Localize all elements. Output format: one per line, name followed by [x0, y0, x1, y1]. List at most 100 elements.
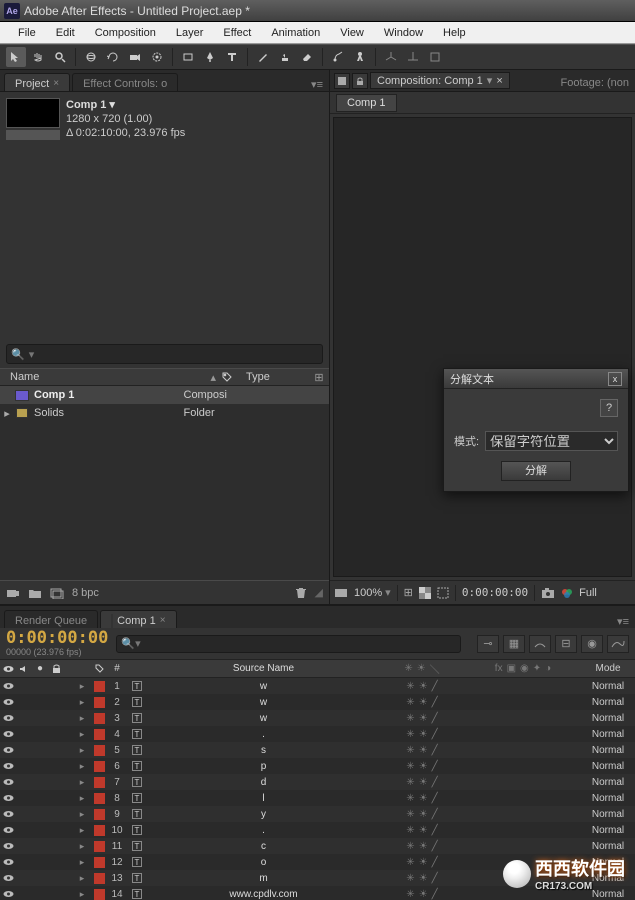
- resolution-dropdown[interactable]: Full: [579, 587, 597, 599]
- snapshot-icon[interactable]: [541, 587, 555, 599]
- layer-switches[interactable]: ✳☀╱: [379, 793, 465, 804]
- eye-toggle-icon[interactable]: [0, 714, 16, 722]
- always-preview-icon[interactable]: [334, 587, 348, 599]
- composition-dropdown[interactable]: Composition: Comp 1▾×: [370, 72, 510, 89]
- label-swatch[interactable]: [90, 825, 108, 836]
- resolution-icon[interactable]: ⊞: [404, 586, 413, 599]
- world-axis-icon[interactable]: [403, 47, 423, 67]
- local-axis-icon[interactable]: [381, 47, 401, 67]
- current-time-display[interactable]: 0:00:00:00: [462, 586, 528, 599]
- col-source-name[interactable]: Source Name: [144, 663, 379, 674]
- motion-blur-toggle-icon[interactable]: ◉: [581, 635, 603, 653]
- type-tool[interactable]: [222, 47, 242, 67]
- layer-mode[interactable]: Normal: [575, 713, 635, 724]
- shy-toggle-icon[interactable]: [529, 635, 551, 653]
- brush-tool[interactable]: [253, 47, 273, 67]
- panel-resize-icon[interactable]: ◢: [315, 586, 323, 599]
- layer-name[interactable]: w: [144, 681, 379, 692]
- layer-name[interactable]: m: [144, 873, 379, 884]
- layer-switches[interactable]: ✳☀╱: [379, 841, 465, 852]
- col-audio-icon[interactable]: [16, 665, 32, 673]
- zoom-tool[interactable]: [50, 47, 70, 67]
- layer-switches[interactable]: ✳☀╱: [379, 873, 465, 884]
- menu-file[interactable]: File: [10, 24, 44, 42]
- label-swatch[interactable]: [90, 713, 108, 724]
- clone-stamp-tool[interactable]: [275, 47, 295, 67]
- layer-name[interactable]: w: [144, 713, 379, 724]
- mask-visibility-icon[interactable]: [437, 587, 449, 599]
- layer-name[interactable]: o: [144, 857, 379, 868]
- col-switches[interactable]: ✳☀＼: [379, 661, 465, 676]
- viewer-layer-icon[interactable]: [334, 73, 350, 89]
- project-search[interactable]: 🔍 ▾: [6, 344, 323, 364]
- menu-edit[interactable]: Edit: [48, 24, 83, 42]
- eye-toggle-icon[interactable]: [0, 810, 16, 818]
- expand-toggle[interactable]: ▸: [72, 713, 90, 724]
- orbit-tool[interactable]: [81, 47, 101, 67]
- layer-switches[interactable]: ✳☀╱: [379, 889, 465, 900]
- layer-row[interactable]: ▸4T.✳☀╱Normal: [0, 726, 635, 742]
- eye-toggle-icon[interactable]: [0, 746, 16, 754]
- menu-help[interactable]: Help: [435, 24, 474, 42]
- label-swatch[interactable]: [90, 729, 108, 740]
- label-swatch[interactable]: [90, 777, 108, 788]
- graph-editor-icon[interactable]: [607, 635, 629, 653]
- menu-window[interactable]: Window: [376, 24, 431, 42]
- layer-name[interactable]: s: [144, 745, 379, 756]
- layer-name[interactable]: y: [144, 809, 379, 820]
- label-swatch[interactable]: [90, 889, 108, 900]
- roto-brush-tool[interactable]: [328, 47, 348, 67]
- project-col-type[interactable]: Type: [242, 371, 309, 383]
- camera-tool[interactable]: [125, 47, 145, 67]
- layer-name[interactable]: d: [144, 777, 379, 788]
- frame-blend-toggle-icon[interactable]: ⊟: [555, 635, 577, 653]
- expand-toggle[interactable]: ▸: [72, 809, 90, 820]
- layer-switches[interactable]: ✳☀╱: [379, 857, 465, 868]
- expand-toggle[interactable]: ▸: [72, 681, 90, 692]
- layer-mode[interactable]: Normal: [575, 681, 635, 692]
- channel-icon[interactable]: [561, 587, 573, 599]
- expand-toggle[interactable]: ▸: [72, 793, 90, 804]
- layer-mode[interactable]: Normal: [575, 793, 635, 804]
- eye-toggle-icon[interactable]: [0, 794, 16, 802]
- layer-row[interactable]: ▸2Tw✳☀╱Normal: [0, 694, 635, 710]
- eye-toggle-icon[interactable]: [0, 762, 16, 770]
- menu-view[interactable]: View: [332, 24, 372, 42]
- layer-mode[interactable]: Normal: [575, 729, 635, 740]
- layer-row[interactable]: ▸9Ty✳☀╱Normal: [0, 806, 635, 822]
- label-swatch[interactable]: [90, 761, 108, 772]
- project-col-label[interactable]: [222, 372, 242, 382]
- new-comp-icon[interactable]: [50, 587, 64, 599]
- close-icon[interactable]: ×: [160, 615, 166, 626]
- menu-layer[interactable]: Layer: [168, 24, 212, 42]
- draft3d-icon[interactable]: ▦: [503, 635, 525, 653]
- layer-row[interactable]: ▸8Tl✳☀╱Normal: [0, 790, 635, 806]
- panel-menu-icon[interactable]: ▾≡: [311, 78, 323, 91]
- hand-tool[interactable]: [28, 47, 48, 67]
- run-button[interactable]: 分解: [501, 461, 571, 481]
- label-swatch[interactable]: [90, 873, 108, 884]
- layer-name[interactable]: www.cpdlv.com: [144, 889, 379, 900]
- tab-effect-controls[interactable]: Effect Controls: o: [72, 73, 178, 91]
- comp-thumbnail[interactable]: [6, 98, 60, 140]
- label-swatch[interactable]: [90, 745, 108, 756]
- project-list[interactable]: Comp 1 Composi ▸ Solids Folder: [0, 386, 329, 580]
- transparency-grid-icon[interactable]: [419, 587, 431, 599]
- layer-row[interactable]: ▸6Tp✳☀╱Normal: [0, 758, 635, 774]
- col-video-icon[interactable]: [0, 665, 16, 673]
- layer-switches[interactable]: ✳☀╱: [379, 777, 465, 788]
- expand-toggle[interactable]: ▸: [72, 729, 90, 740]
- menu-animation[interactable]: Animation: [263, 24, 328, 42]
- col-mode[interactable]: Mode: [575, 663, 635, 674]
- footage-tab[interactable]: Footage: (non: [561, 77, 635, 91]
- layer-switches[interactable]: ✳☀╱: [379, 809, 465, 820]
- close-icon[interactable]: ×: [496, 75, 502, 87]
- viewer-lock-icon[interactable]: [352, 73, 368, 89]
- expand-toggle[interactable]: ▸: [72, 697, 90, 708]
- timeline-search[interactable]: 🔍▾: [116, 635, 461, 653]
- layer-name[interactable]: l: [144, 793, 379, 804]
- comp-breadcrumb[interactable]: Comp 1: [336, 94, 397, 112]
- eye-toggle-icon[interactable]: [0, 730, 16, 738]
- layer-switches[interactable]: ✳☀╱: [379, 761, 465, 772]
- layer-mode[interactable]: Normal: [575, 825, 635, 836]
